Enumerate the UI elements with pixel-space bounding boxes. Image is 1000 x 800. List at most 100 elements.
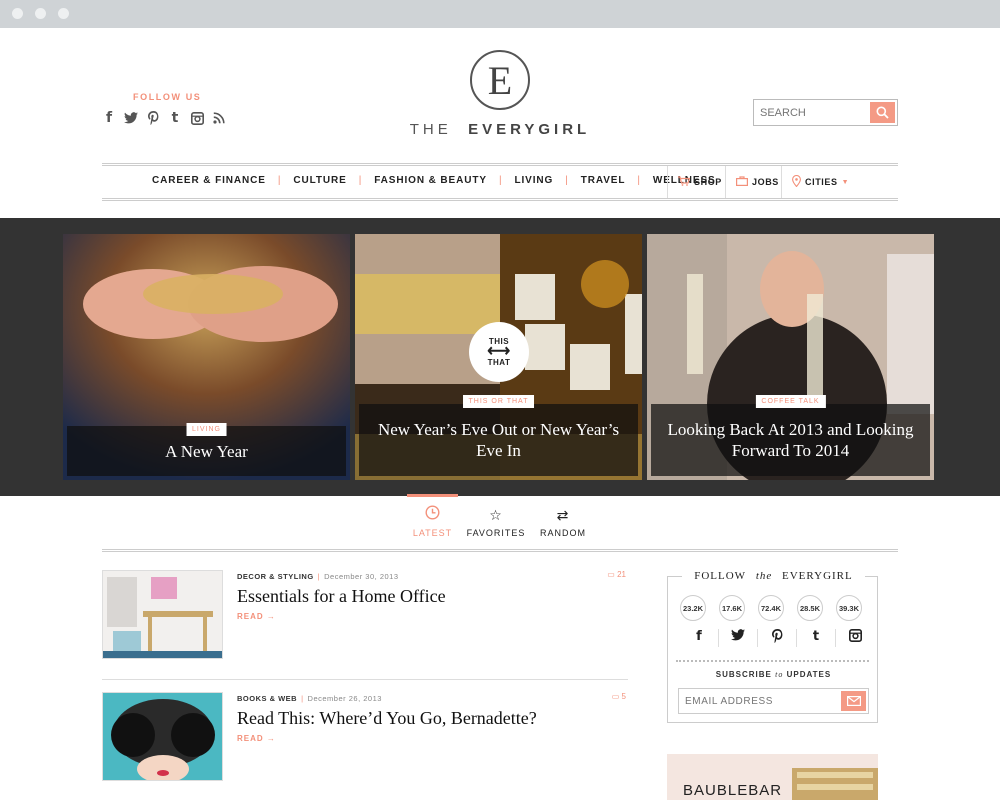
comment-count[interactable]: ▭ 5 [612, 692, 626, 701]
site-header: FOLLOW US f t E THE EVERYGIRL SEARCH CAR… [0, 28, 1000, 218]
main-nav: CAREER & FINANCE | CULTURE | FASHION & B… [102, 163, 898, 201]
window-dot[interactable] [35, 8, 46, 19]
search-icon [876, 106, 889, 119]
nav-item-travel[interactable]: TRAVEL [581, 175, 626, 186]
tumblr-icon[interactable]: t [797, 629, 836, 647]
shuffle-icon: ⇄ [556, 508, 570, 524]
list-item: DECOR & STYLING | December 30, 2013 Essent… [102, 570, 628, 680]
subscribe-word: SUBSCRIBE [715, 670, 772, 679]
nav-separator: | [498, 175, 503, 186]
featured-caption: Looking Back At 2013 and Looking Forward… [651, 404, 930, 476]
article-title[interactable]: Read This: Where’d You Go, Bernadette? [237, 708, 537, 729]
nav-item-shop[interactable]: SHOP [667, 166, 722, 198]
browser-chrome [0, 0, 1000, 28]
tab-random[interactable]: ⇄ RANDOM [538, 494, 588, 538]
window-dot[interactable] [12, 8, 23, 19]
tab-favorites[interactable]: ☆ FAVORITES [466, 494, 526, 538]
rss-icon[interactable] [212, 110, 226, 126]
ad-brand: BAUBLEBAR [683, 782, 783, 799]
follower-count-facebook: 23.2K [680, 595, 706, 621]
nav-item-culture[interactable]: CULTURE [293, 175, 346, 186]
comment-icon: ▭ [611, 692, 620, 701]
featured-title: New Year’s Eve Out or New Year’s Eve In [377, 420, 620, 460]
subscribe-to: to [775, 670, 784, 679]
tab-latest[interactable]: LATEST [407, 494, 458, 538]
widget-divider [676, 660, 869, 662]
featured-caption: New Year’s Eve Out or New Year’s Eve In [359, 404, 638, 476]
featured-card[interactable]: A New Year LIVING [63, 234, 350, 480]
nav-item-jobs[interactable]: JOBS [725, 166, 779, 198]
article-meta: BOOKS & WEB | December 26, 2013 [237, 694, 382, 703]
article-thumbnail[interactable] [102, 692, 223, 781]
twitter-icon[interactable] [124, 110, 138, 126]
search-input[interactable] [754, 100, 870, 125]
badge-bottom-label: THAT [487, 358, 511, 367]
map-pin-icon [792, 174, 801, 190]
follower-count-instagram: 39.3K [836, 595, 862, 621]
instagram-icon[interactable] [836, 629, 875, 647]
this-or-that-badge: THIS ⟷ THAT [469, 322, 529, 382]
title-follow: FOLLOW [688, 570, 753, 582]
category-tag[interactable]: THIS OR THAT [462, 395, 535, 408]
article-date: December 26, 2013 [307, 694, 382, 703]
facebook-icon[interactable]: f [680, 629, 719, 647]
window-dot[interactable] [58, 8, 69, 19]
nav-jobs-label: JOBS [752, 177, 779, 187]
subscribe-button[interactable] [841, 691, 866, 711]
follow-widget-title: FOLLOW the EVERYGIRL [668, 570, 879, 582]
email-box [678, 688, 869, 714]
nav-item-cities[interactable]: CITIES ▼ [781, 166, 849, 198]
site-logo[interactable]: E [470, 50, 530, 110]
site-wordmark[interactable]: THE EVERYGIRL [380, 121, 620, 138]
email-input[interactable] [679, 689, 839, 713]
facebook-icon[interactable]: f [102, 110, 116, 126]
pinterest-icon[interactable] [146, 110, 160, 126]
featured-title: Looking Back At 2013 and Looking Forward… [667, 420, 914, 460]
meta-separator: | [301, 694, 304, 703]
article-title[interactable]: Essentials for a Home Office [237, 586, 446, 607]
follow-widget: FOLLOW the EVERYGIRL 23.2K 17.6K 72.4K 2… [667, 570, 879, 723]
nav-item-living[interactable]: LIVING [514, 175, 553, 186]
nav-separator: | [565, 175, 569, 186]
nav-item-career-finance[interactable]: CAREER & FINANCE [152, 175, 266, 186]
article-thumbnail[interactable] [102, 570, 223, 659]
mail-icon [846, 696, 861, 706]
article-category[interactable]: DECOR & STYLING [237, 572, 314, 581]
comment-count[interactable]: ▭ 21 [607, 570, 626, 579]
meta-separator: | [317, 572, 321, 581]
article-date: December 30, 2013 [324, 572, 399, 581]
tab-latest-label: LATEST [412, 528, 453, 538]
nav-item-fashion-beauty[interactable]: FASHION & BEAUTY [374, 175, 487, 186]
featured-title: A New Year [165, 441, 248, 461]
read-link[interactable]: READ → [237, 612, 276, 621]
nav-shop-label: SHOP [694, 177, 722, 187]
pinterest-icon[interactable] [758, 629, 797, 647]
featured-card[interactable]: Looking Back At 2013 and Looking Forward… [647, 234, 934, 480]
cart-icon [678, 175, 691, 189]
instagram-icon[interactable] [190, 110, 204, 126]
wordmark-the: THE [409, 121, 452, 138]
tab-favorites-label: FAVORITES [466, 528, 526, 538]
nav-separator: | [358, 175, 363, 186]
follower-count-twitter: 17.6K [719, 595, 745, 621]
category-tag[interactable]: COFFEE TALK [755, 395, 826, 408]
subscribe-label: SUBSCRIBE to UPDATES [668, 670, 879, 679]
twitter-icon[interactable] [719, 629, 758, 647]
wordmark-name: EVERYGIRL [468, 121, 591, 138]
sidebar-ad[interactable]: BAUBLEBAR [667, 754, 878, 800]
tabs-divider [102, 549, 898, 553]
category-tag[interactable]: LIVING [186, 423, 227, 436]
comment-icon: ▭ [607, 570, 615, 579]
featured-card[interactable]: THIS ⟷ THAT New Year’s Eve Out or New Ye… [355, 234, 642, 480]
subscribe-updates: UPDATES [786, 670, 832, 679]
comment-count-value: 5 [621, 692, 626, 701]
search-button[interactable] [870, 102, 895, 123]
article-category[interactable]: BOOKS & WEB [237, 694, 297, 703]
featured-carousel: A New Year LIVING THIS ⟷ THAT New Year’s… [0, 218, 1000, 496]
star-icon: ☆ [489, 508, 503, 524]
list-item: BOOKS & WEB | December 26, 2013 Read This:… [102, 692, 628, 800]
tumblr-icon[interactable]: t [168, 110, 182, 126]
clock-icon [425, 505, 440, 524]
read-link[interactable]: READ → [237, 734, 276, 743]
search-box [753, 99, 898, 126]
